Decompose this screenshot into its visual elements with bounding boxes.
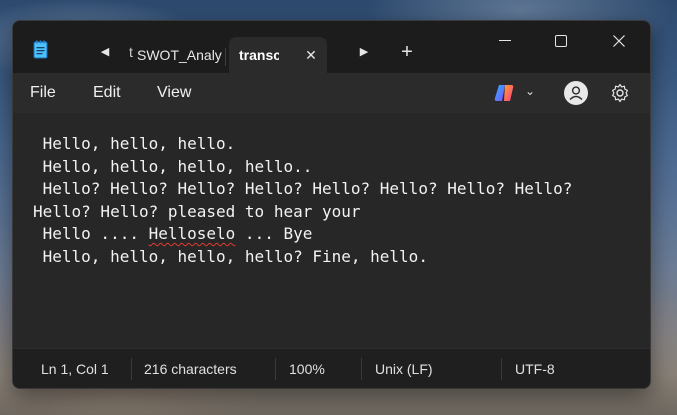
close-icon	[613, 35, 625, 47]
notepad-icon	[33, 40, 48, 59]
tab-swot-analysis[interactable]: SWOT_Analy	[137, 41, 223, 73]
menu-file[interactable]: File	[30, 83, 56, 103]
notepad-window: ◀ t SWOT_Analy transc ✕ ▶ + File Edit Vi…	[12, 20, 651, 389]
editor-line: Hello, hello, hello, hello..	[33, 156, 313, 176]
tab-label: transc	[239, 47, 279, 63]
tab-label: SWOT_Analy	[137, 47, 222, 63]
editor-line: Hello, hello, hello.	[33, 134, 236, 153]
status-divider	[361, 358, 362, 380]
status-character-count[interactable]: 216 characters	[144, 360, 237, 378]
chevron-down-icon[interactable]: ⌄	[525, 84, 535, 98]
maximize-icon	[555, 35, 567, 47]
editor-line: Hello ....	[33, 224, 149, 243]
maximize-button[interactable]	[541, 29, 581, 53]
minimize-button[interactable]	[485, 29, 525, 53]
editor-line: ... Bye	[235, 224, 313, 243]
close-icon[interactable]: ✕	[303, 47, 319, 63]
tab-active[interactable]: transc ✕	[229, 37, 327, 73]
status-line-endings[interactable]: Unix (LF)	[375, 360, 433, 378]
status-divider	[501, 358, 502, 380]
menu-edit[interactable]: Edit	[93, 83, 121, 103]
editor-line: Hello, hello, hello, hello? Fine, hello.	[33, 246, 428, 266]
tab-next-icon[interactable]: ▶	[354, 45, 374, 59]
status-bar: Ln 1, Col 1 216 characters 100% Unix (LF…	[13, 348, 650, 388]
menu-bar: File Edit View ⌄	[13, 73, 650, 113]
tab-divider	[225, 48, 226, 66]
menu-view[interactable]: View	[157, 83, 191, 103]
status-zoom[interactable]: 100%	[289, 360, 325, 378]
plus-icon[interactable]: +	[397, 42, 417, 63]
minimize-icon	[499, 40, 511, 41]
status-divider	[275, 358, 276, 380]
status-divider	[131, 358, 132, 380]
status-encoding[interactable]: UTF-8	[515, 360, 555, 378]
close-window-button[interactable]	[599, 29, 639, 53]
copilot-icon[interactable]	[493, 81, 517, 105]
tab-partial[interactable]: t	[129, 45, 135, 59]
tab-prev-icon[interactable]: ◀	[95, 45, 115, 59]
avatar-icon	[569, 86, 583, 101]
status-cursor-position[interactable]: Ln 1, Col 1	[41, 360, 109, 378]
editor-line: Hello? Hello? pleased to hear your	[33, 201, 361, 221]
editor-content[interactable]: Hello, hello, hello. Hello, hello, hello…	[33, 133, 640, 268]
tab-partial-label: t	[129, 45, 133, 59]
gear-icon[interactable]	[610, 83, 630, 103]
misspelled-word[interactable]: Helloselo	[149, 224, 236, 243]
editor-line: Hello? Hello? Hello? Hello? Hello? Hello…	[33, 179, 573, 198]
text-editor[interactable]: Hello, hello, hello. Hello, hello, hello…	[13, 113, 650, 349]
title-bar[interactable]: ◀ t SWOT_Analy transc ✕ ▶ +	[13, 21, 650, 73]
avatar[interactable]	[564, 81, 588, 105]
